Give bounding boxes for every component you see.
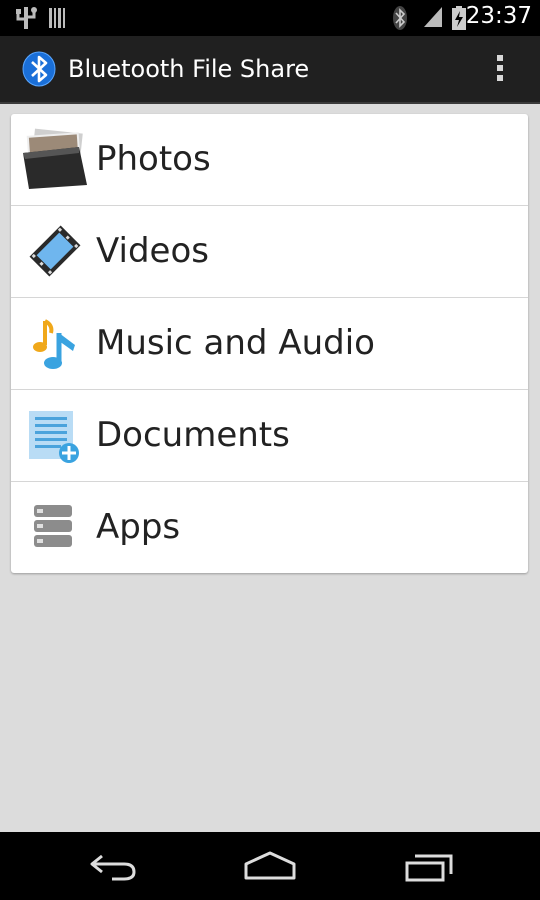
- apps-stack-icon: [23, 495, 87, 559]
- home-icon[interactable]: [243, 850, 297, 886]
- list-item-label: Apps: [96, 507, 181, 547]
- signal-icon: [422, 5, 444, 33]
- list-item-apps[interactable]: Apps: [11, 482, 528, 573]
- list-item-label: Photos: [96, 139, 211, 179]
- battery-charging-icon: [451, 5, 467, 35]
- barcode-icon: [48, 5, 68, 35]
- action-bar: Bluetooth File Share: [0, 36, 540, 104]
- recents-icon[interactable]: [403, 850, 455, 886]
- bluetooth-icon: [392, 5, 408, 35]
- list-item-music-and-audio[interactable]: Music and Audio: [11, 298, 528, 390]
- list-item-documents[interactable]: Documents: [11, 390, 528, 482]
- film-icon: [23, 219, 87, 283]
- list-item-label: Music and Audio: [96, 323, 375, 363]
- back-icon[interactable]: [88, 850, 138, 886]
- list-item-videos[interactable]: Videos: [11, 206, 528, 298]
- music-note-icon: [23, 311, 87, 375]
- photos-folder-icon: [23, 127, 87, 191]
- overflow-menu-icon[interactable]: [490, 52, 510, 88]
- clock: 23:37: [465, 3, 532, 29]
- list-item-label: Videos: [96, 231, 209, 271]
- list-item-label: Documents: [96, 415, 290, 455]
- navigation-bar: [0, 832, 540, 900]
- usb-icon: [14, 5, 38, 35]
- list-item-photos[interactable]: Photos: [11, 114, 528, 206]
- app-title: Bluetooth File Share: [68, 55, 310, 83]
- category-list: Photos Videos Music and Audio Documents …: [11, 114, 528, 573]
- bluetooth-icon[interactable]: [22, 51, 56, 91]
- document-add-icon: [23, 403, 87, 467]
- status-bar: 23:37: [0, 0, 540, 36]
